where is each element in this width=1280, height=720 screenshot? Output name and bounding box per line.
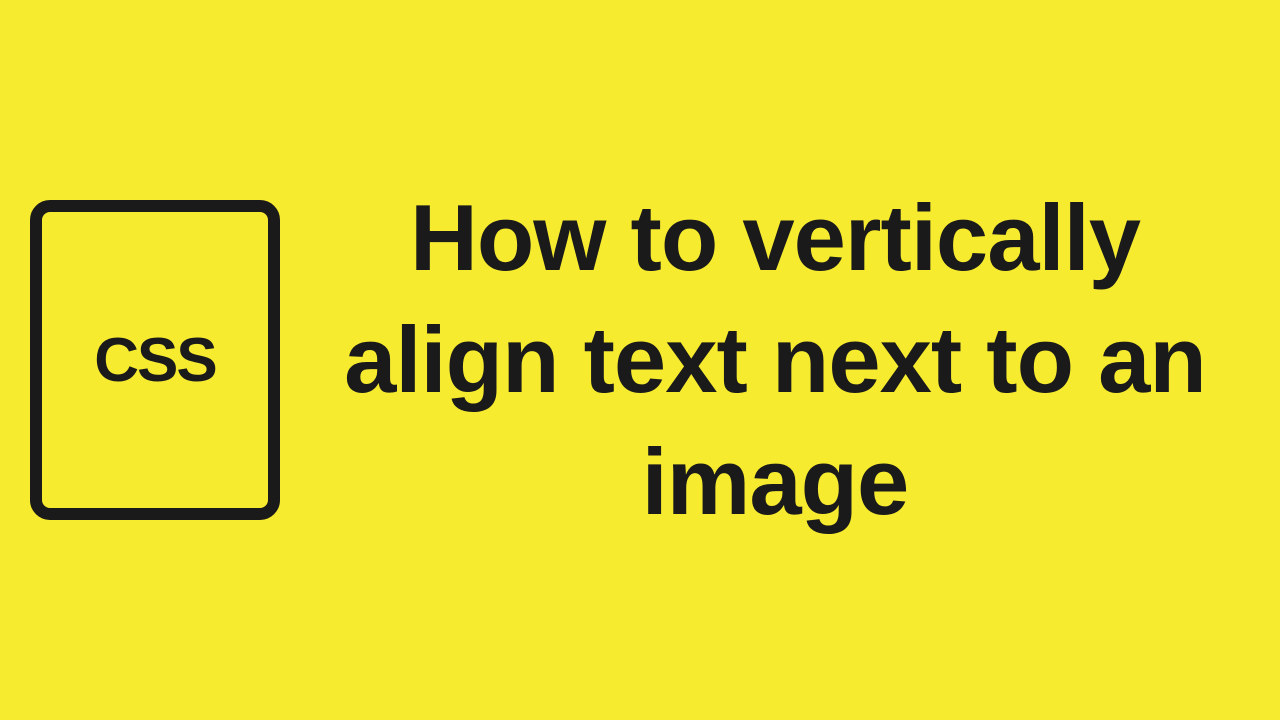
css-label: CSS <box>94 325 215 396</box>
main-title: How to vertically align text next to an … <box>280 177 1250 544</box>
css-logo-box: CSS <box>30 200 280 520</box>
